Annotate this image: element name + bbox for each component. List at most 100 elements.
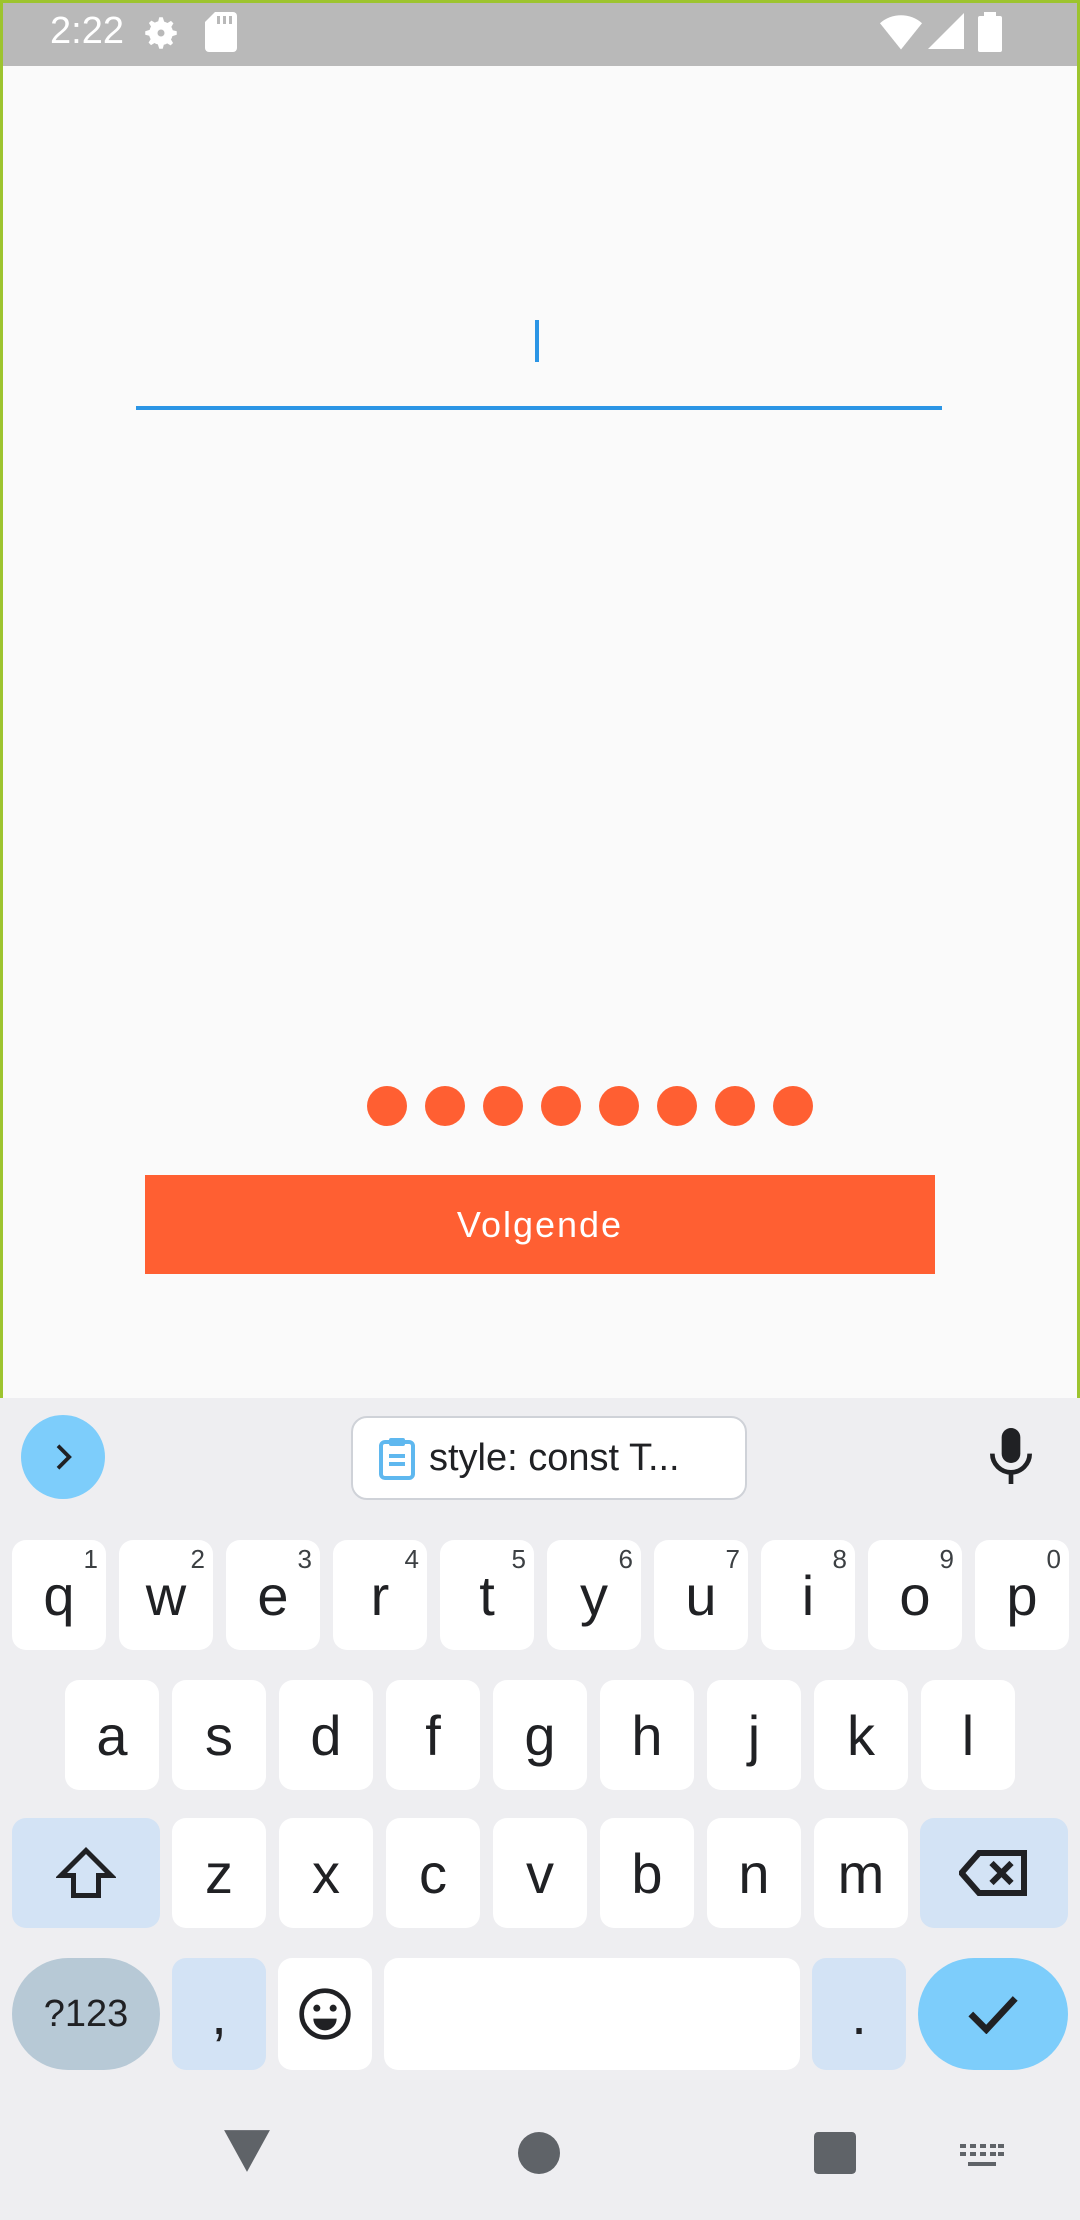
key-label: t bbox=[479, 1563, 495, 1627]
key-q[interactable]: q1 bbox=[12, 1540, 106, 1650]
key-hint: 1 bbox=[83, 1544, 98, 1574]
key-label: h bbox=[631, 1703, 663, 1767]
key-label: b bbox=[631, 1841, 663, 1905]
key-hint: 3 bbox=[297, 1544, 312, 1574]
home-circle-icon bbox=[518, 2132, 560, 2174]
key-d[interactable]: d bbox=[279, 1680, 373, 1790]
key-label: x bbox=[312, 1841, 340, 1905]
key-label: e bbox=[257, 1563, 289, 1627]
key-label: p bbox=[1006, 1563, 1038, 1627]
key-label: g bbox=[524, 1703, 556, 1767]
key-n[interactable]: n bbox=[707, 1818, 801, 1928]
key-h[interactable]: h bbox=[600, 1680, 694, 1790]
keyboard-switch-button[interactable] bbox=[960, 2144, 1004, 2173]
key-label: m bbox=[837, 1841, 885, 1905]
key-hint: 7 bbox=[725, 1544, 740, 1574]
key-label: w bbox=[145, 1563, 187, 1627]
key-hint: 9 bbox=[939, 1544, 954, 1574]
indicator-dot bbox=[541, 1086, 581, 1126]
symbols-key[interactable]: ?123 bbox=[12, 1958, 160, 2070]
key-z[interactable]: z bbox=[172, 1818, 266, 1928]
key-c[interactable]: c bbox=[386, 1818, 480, 1928]
key-hint: 6 bbox=[618, 1544, 633, 1574]
text-cursor bbox=[535, 320, 539, 362]
key-f[interactable]: f bbox=[386, 1680, 480, 1790]
key-u[interactable]: u7 bbox=[654, 1540, 748, 1650]
enter-key[interactable] bbox=[918, 1958, 1068, 2070]
key-y[interactable]: y6 bbox=[547, 1540, 641, 1650]
key-label: q bbox=[43, 1563, 75, 1627]
clipboard-suggestion-chip[interactable]: style: const T... bbox=[351, 1416, 747, 1500]
key-label: a bbox=[96, 1703, 128, 1767]
key-w[interactable]: w2 bbox=[119, 1540, 213, 1650]
expand-toolbar-button[interactable] bbox=[21, 1415, 105, 1499]
key-o[interactable]: o9 bbox=[868, 1540, 962, 1650]
key-hint: 5 bbox=[511, 1544, 526, 1574]
backspace-icon bbox=[959, 1850, 1027, 1896]
microphone-icon bbox=[990, 1428, 1032, 1484]
next-button[interactable]: Volgende bbox=[145, 1175, 935, 1274]
recents-button[interactable] bbox=[814, 2132, 856, 2179]
voice-input-button[interactable] bbox=[990, 1428, 1032, 1489]
key-label: o bbox=[899, 1563, 931, 1627]
indicator-dot bbox=[425, 1086, 465, 1126]
key-label: j bbox=[747, 1703, 761, 1767]
indicator-dot bbox=[773, 1086, 813, 1126]
recents-square-icon bbox=[814, 2132, 856, 2174]
page-indicator bbox=[367, 1086, 813, 1128]
backspace-key[interactable] bbox=[920, 1818, 1068, 1928]
indicator-dot bbox=[657, 1086, 697, 1126]
key-e[interactable]: e3 bbox=[226, 1540, 320, 1650]
text-input[interactable] bbox=[136, 290, 946, 402]
emoji-icon bbox=[299, 1988, 351, 2040]
key-p[interactable]: p0 bbox=[975, 1540, 1069, 1650]
key-label: c bbox=[419, 1841, 447, 1905]
key-label: y bbox=[580, 1563, 608, 1627]
key-label: s bbox=[205, 1703, 233, 1767]
key-a[interactable]: a bbox=[65, 1680, 159, 1790]
indicator-dot bbox=[483, 1086, 523, 1126]
period-key[interactable]: . bbox=[812, 1958, 906, 2070]
indicator-dot bbox=[715, 1086, 755, 1126]
home-button[interactable] bbox=[518, 2132, 560, 2179]
back-triangle-icon bbox=[224, 2130, 270, 2172]
key-label: d bbox=[310, 1703, 342, 1767]
key-label: v bbox=[526, 1841, 554, 1905]
keyboard-icon bbox=[960, 2144, 1004, 2166]
emoji-key[interactable] bbox=[278, 1958, 372, 2070]
text-field[interactable] bbox=[136, 290, 946, 410]
shift-icon bbox=[56, 1846, 116, 1898]
key-i[interactable]: i8 bbox=[761, 1540, 855, 1650]
settings-icon bbox=[140, 12, 182, 59]
key-j[interactable]: j bbox=[707, 1680, 801, 1790]
key-v[interactable]: v bbox=[493, 1818, 587, 1928]
key-x[interactable]: x bbox=[279, 1818, 373, 1928]
key-label: z bbox=[205, 1841, 233, 1905]
signal-icon bbox=[928, 12, 964, 55]
key-hint: 0 bbox=[1046, 1544, 1061, 1574]
indicator-dot bbox=[599, 1086, 639, 1126]
key-g[interactable]: g bbox=[493, 1680, 587, 1790]
suggestion-strip: style: const T... bbox=[0, 1398, 1080, 1518]
key-k[interactable]: k bbox=[814, 1680, 908, 1790]
key-label: i bbox=[801, 1563, 815, 1627]
clipboard-icon bbox=[379, 1436, 415, 1480]
key-label: k bbox=[847, 1703, 875, 1767]
key-hint: 2 bbox=[190, 1544, 205, 1574]
key-hint: 8 bbox=[832, 1544, 847, 1574]
navigation-bar bbox=[0, 2100, 1080, 2220]
key-s[interactable]: s bbox=[172, 1680, 266, 1790]
key-label: u bbox=[685, 1563, 717, 1627]
key-t[interactable]: t5 bbox=[440, 1540, 534, 1650]
key-r[interactable]: r4 bbox=[333, 1540, 427, 1650]
key-l[interactable]: l bbox=[921, 1680, 1015, 1790]
shift-key[interactable] bbox=[12, 1818, 160, 1928]
back-button[interactable] bbox=[222, 2128, 272, 2179]
key-b[interactable]: b bbox=[600, 1818, 694, 1928]
comma-key[interactable]: , bbox=[172, 1958, 266, 2070]
key-m[interactable]: m bbox=[814, 1818, 908, 1928]
space-key[interactable] bbox=[384, 1958, 800, 2070]
status-time: 2:22 bbox=[50, 10, 124, 52]
key-label: n bbox=[738, 1841, 770, 1905]
clipboard-text: style: const T... bbox=[429, 1436, 680, 1479]
